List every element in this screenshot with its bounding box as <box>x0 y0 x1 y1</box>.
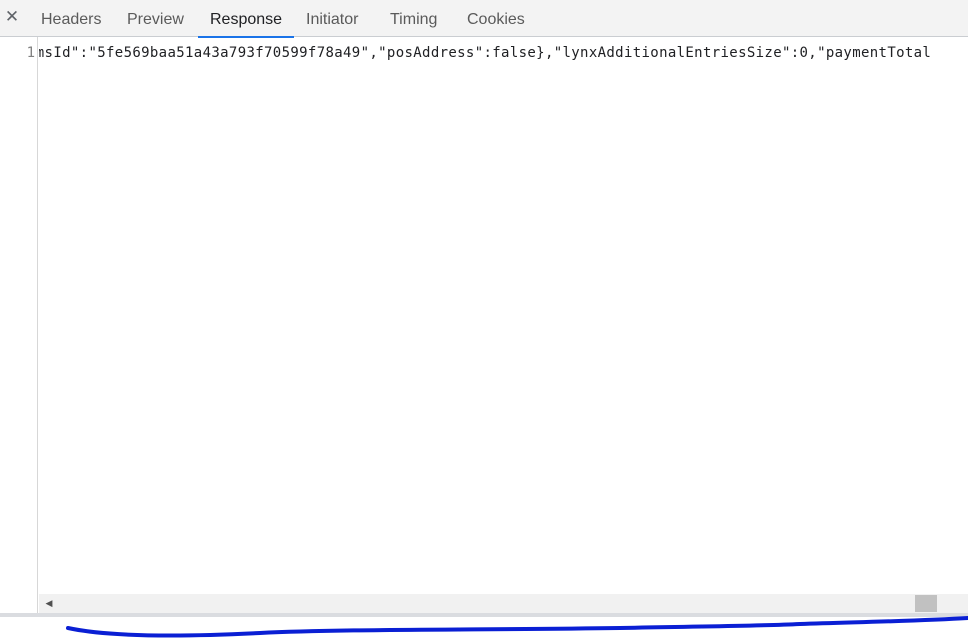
close-icon[interactable]: ✕ <box>4 6 20 28</box>
response-body-editor[interactable]: dmsId":"5fe569baa51a43a793f70599f78a49",… <box>39 37 968 594</box>
tab-strip: ✕ Headers Preview Response Initiator Tim… <box>0 0 968 38</box>
scrollbar-thumb[interactable] <box>915 595 937 612</box>
scroll-left-arrow-icon[interactable]: ◀ <box>42 596 56 611</box>
tab-timing[interactable]: Timing <box>390 0 437 37</box>
line-number-gutter: 1 <box>0 37 38 613</box>
line-number: 1 <box>26 45 35 61</box>
response-line[interactable]: dmsId":"5fe569baa51a43a793f70599f78a49",… <box>39 45 931 61</box>
tab-initiator[interactable]: Initiator <box>306 0 358 37</box>
tab-response[interactable]: Response <box>197 0 295 38</box>
devtools-response-panel: ✕ Headers Preview Response Initiator Tim… <box>0 0 968 640</box>
tab-headers[interactable]: Headers <box>41 0 101 37</box>
horizontal-scrollbar[interactable]: ◀ <box>39 594 968 613</box>
tab-preview[interactable]: Preview <box>127 0 184 37</box>
tab-cookies[interactable]: Cookies <box>467 0 525 37</box>
hand-drawn-underline <box>66 616 968 638</box>
